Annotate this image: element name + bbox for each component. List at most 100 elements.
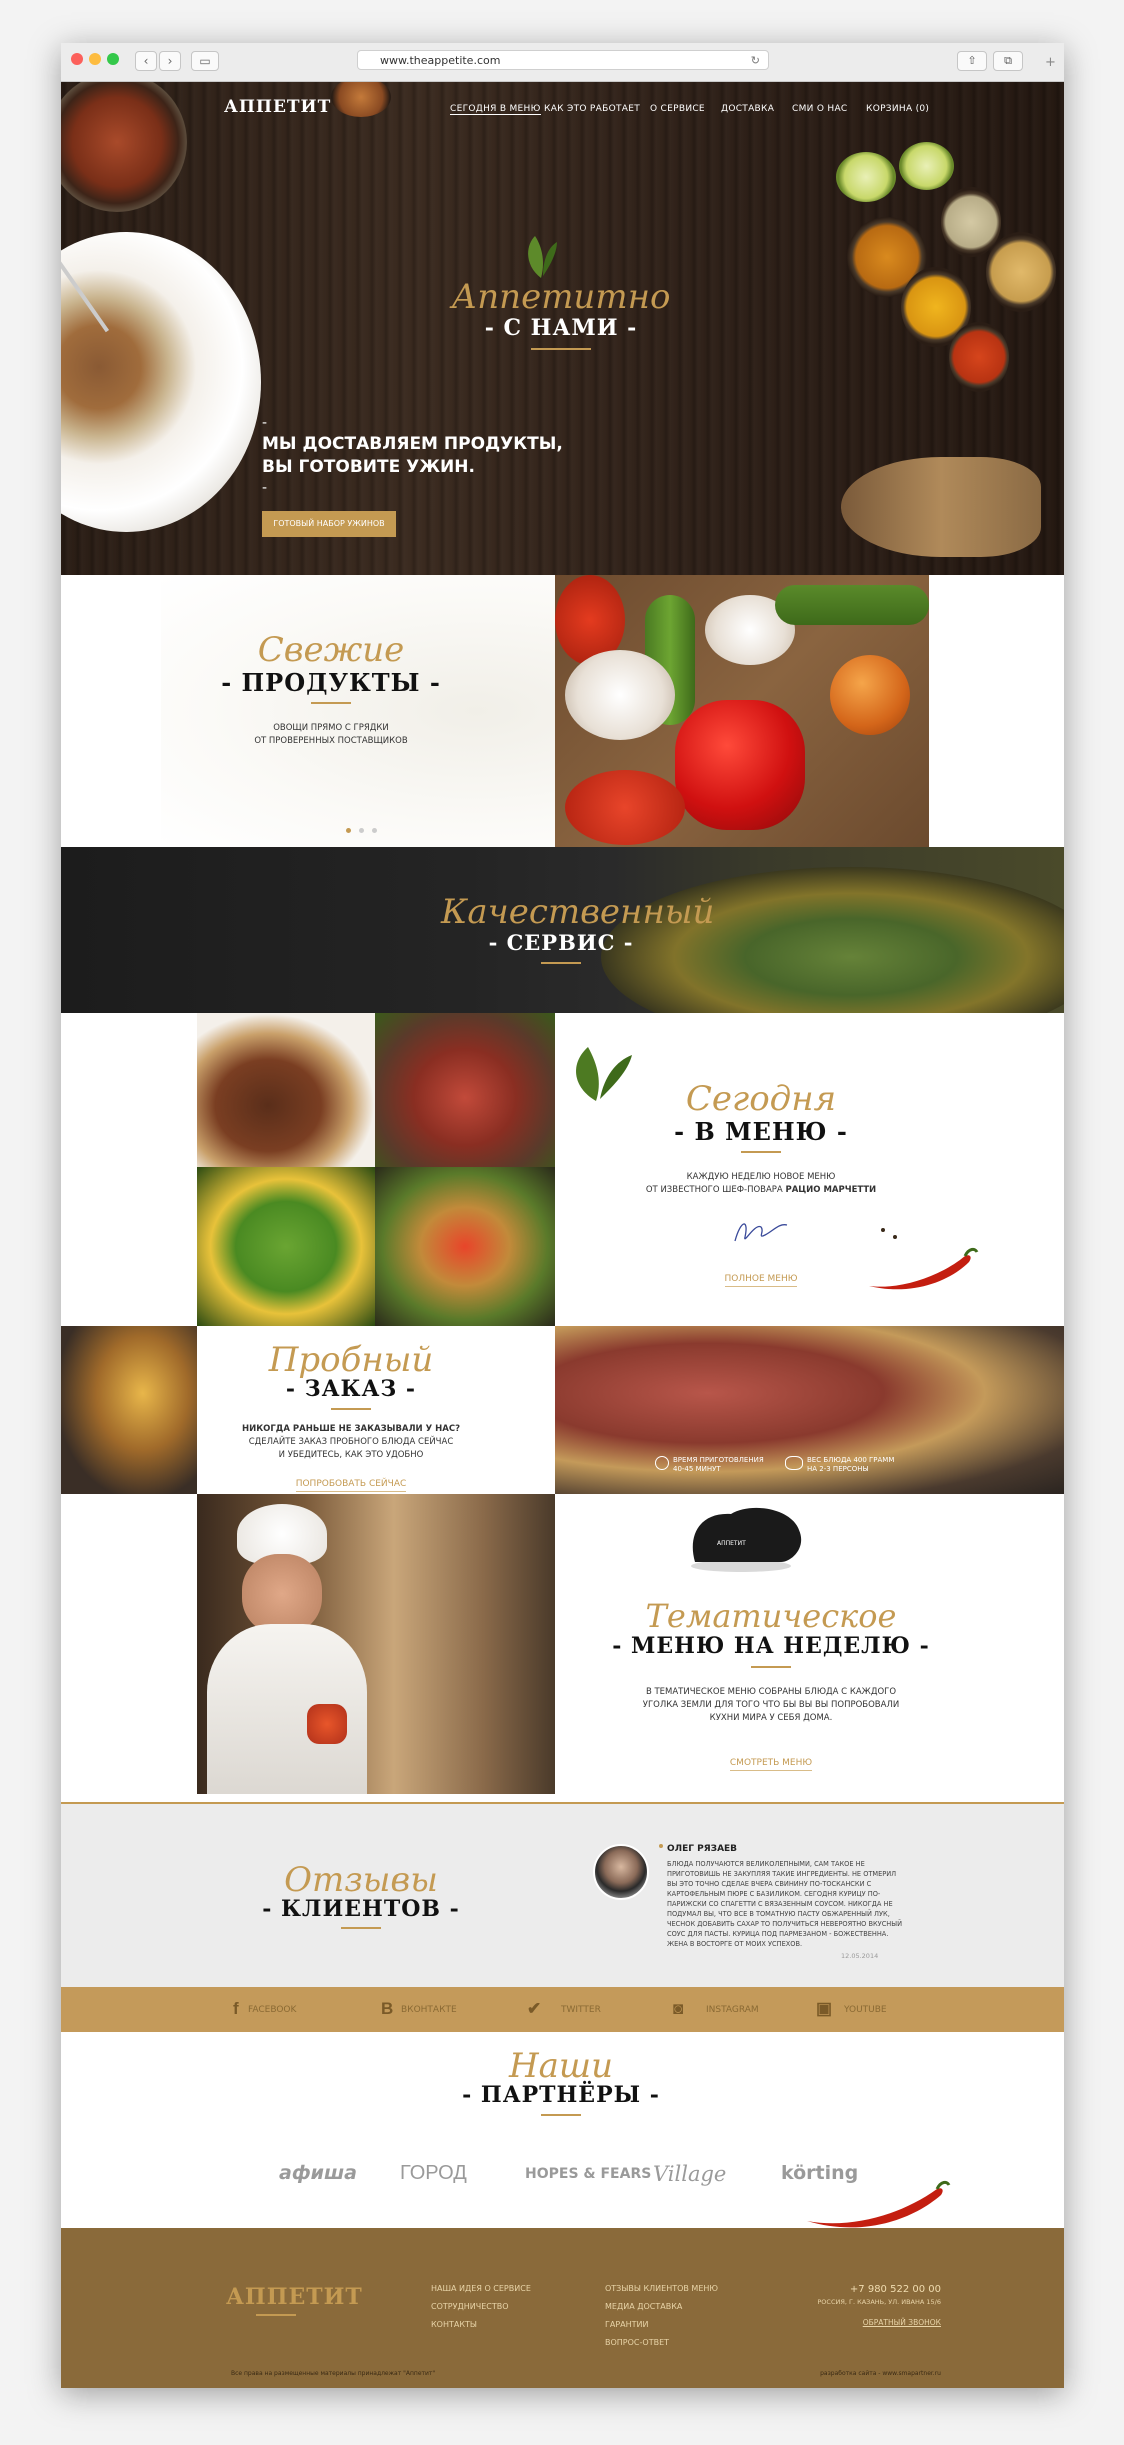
social-vkontakte[interactable]: ВКОНТАКТЕ xyxy=(401,2005,457,2015)
footer-link-idea[interactable]: НАША ИДЕЯ О СЕРВИСЕ xyxy=(431,2284,531,2293)
new-tab-icon[interactable]: + xyxy=(1045,55,1056,70)
cook-time-label: ВРЕМЯ ПРИГОТОВЛЕНИЯ xyxy=(673,1456,764,1464)
partner-afisha-logo[interactable]: афиша xyxy=(279,2162,357,2184)
footer-copyright: Все права на размещенные материалы прина… xyxy=(231,2370,436,2377)
nav-item-delivery[interactable]: ДОСТАВКА xyxy=(721,104,774,114)
url-text: www.theappetite.com xyxy=(380,54,501,67)
salad-photo[interactable] xyxy=(197,1167,375,1326)
browser-toolbar: ‹ › ▭ www.theappetite.com ↻ ⇧ ⧉ + xyxy=(61,43,1064,82)
onion-shape xyxy=(830,655,910,735)
callback-link[interactable]: ОБРАТНЫЙ ЗВОНОК xyxy=(821,2318,941,2327)
service-title: - СЕРВИС - xyxy=(488,930,634,955)
nav-item-press[interactable]: СМИ О НАС xyxy=(792,104,848,114)
trial-title: - ЗАКАЗ - xyxy=(285,1376,417,1402)
slider-dot-active[interactable] xyxy=(346,828,351,833)
fresh-divider xyxy=(311,702,351,704)
zoom-window-button[interactable] xyxy=(107,53,119,65)
footer-phone[interactable]: +7 980 522 00 00 xyxy=(801,2284,941,2295)
trial-question: НИКОГДА РАНЬШЕ НЕ ЗАКАЗЫВАЛИ У НАС? xyxy=(241,1424,461,1434)
partner-village-logo[interactable]: Village xyxy=(653,2162,726,2186)
view-menu-link[interactable]: СМОТРЕТЬ МЕНЮ xyxy=(729,1758,813,1771)
mushroom-shape xyxy=(565,650,675,740)
social-youtube[interactable]: YOUTUBE xyxy=(844,2005,887,2015)
hero-dash: - xyxy=(262,480,268,496)
sidebar-icon[interactable]: ▭ xyxy=(191,51,219,71)
wooden-fish-image xyxy=(841,457,1041,557)
spice-bowl-image xyxy=(986,232,1056,312)
meat-platter-photo[interactable] xyxy=(375,1013,555,1167)
share-icon[interactable]: ⇧ xyxy=(957,51,987,71)
partner-hopes-fears-logo[interactable]: HOPES & FEARS xyxy=(525,2166,651,2182)
slider-dot[interactable] xyxy=(372,828,377,833)
youtube-icon[interactable]: ▣ xyxy=(816,1999,832,2019)
weight-label: ВЕС БЛЮДА 400 ГРАММ xyxy=(807,1456,895,1464)
menu-line-2-text: ОТ ИЗВЕСТНОГО ШЕФ-ПОВАРА xyxy=(645,1185,783,1195)
social-instagram[interactable]: INSTAGRAM xyxy=(706,2005,759,2015)
partners-script-title: Наши xyxy=(508,2046,614,2086)
servings-label: НА 2-3 ПЕРСОНЫ xyxy=(807,1465,869,1473)
footer: АППЕТИТ НАША ИДЕЯ О СЕРВИСЕ СОТРУДНИЧЕСТ… xyxy=(61,2228,1064,2388)
footer-link-contacts[interactable]: КОНТАКТЫ xyxy=(431,2320,531,2329)
hero-divider xyxy=(531,348,591,350)
peppercorn-icon xyxy=(893,1235,897,1239)
footer-link-reviews[interactable]: ОТЗЫВЫ КЛИЕНТОВ МЕНЮ xyxy=(605,2284,718,2293)
fresh-line-2: ОТ ПРОВЕРЕННЫХ ПОСТАВЩИКОВ xyxy=(254,736,408,746)
partners-section: Наши - ПАРТНЁРЫ - афиша ГОРОД HOPES & FE… xyxy=(61,2032,1064,2228)
facebook-icon[interactable]: f xyxy=(233,1999,239,2019)
social-facebook[interactable]: FACEBOOK xyxy=(248,2005,296,2015)
lime-image xyxy=(836,152,896,202)
minimize-window-button[interactable] xyxy=(89,53,101,65)
slider-dot[interactable] xyxy=(359,828,364,833)
nav-item-cart[interactable]: КОРЗИНА (0) xyxy=(866,104,929,114)
thematic-line-1: В ТЕМАТИЧЕСКОЕ МЕНЮ СОБРАНЫ БЛЮДА С КАЖД… xyxy=(645,1687,897,1697)
reviewer-name: ОЛЕГ РЯЗАЕВ xyxy=(667,1844,738,1854)
try-now-link[interactable]: ПОПРОБОВАТЬ СЕЙЧАС xyxy=(295,1479,407,1492)
thematic-line-2: УГОЛКА ЗЕМЛИ ДЛЯ ТОГО ЧТО БЫ ВЫ ВЫ ПОПРО… xyxy=(642,1700,900,1710)
partner-gorod-logo[interactable]: ГОРОД xyxy=(400,2162,467,2185)
review-text: БЛЮДА ПОЛУЧАЮТСЯ ВЕЛИКОЛЕПНЫМИ, САМ ТАКО… xyxy=(667,1860,903,1948)
hero-dash: - xyxy=(262,415,268,431)
view-menu-link-wrap: СМОТРЕТЬ МЕНЮ xyxy=(701,1750,841,1771)
nav-item-how-it-works[interactable]: КАК ЭТО РАБОТАЕТ xyxy=(544,104,640,114)
back-arrow-icon[interactable]: ‹ xyxy=(135,51,157,71)
menu-line-1: КАЖДУЮ НЕДЕЛЮ НОВОЕ МЕНЮ xyxy=(686,1172,836,1182)
thematic-script-title: Тематическое xyxy=(645,1597,897,1635)
forward-arrow-icon[interactable]: › xyxy=(159,51,181,71)
reviews-divider xyxy=(341,1927,381,1929)
trial-order-section: Пробный - ЗАКАЗ - НИКОГДА РАНЬШЕ НЕ ЗАКА… xyxy=(61,1326,1064,1494)
address-bar[interactable]: www.theappetite.com ↻ xyxy=(357,50,769,70)
tabs-icon[interactable]: ⧉ xyxy=(993,51,1023,71)
dinner-set-button[interactable]: ГОТОВЫЙ НАБОР УЖИНОВ xyxy=(262,511,396,537)
nav-item-about[interactable]: О СЕРВИСЕ xyxy=(650,104,705,114)
chef-signature-icon xyxy=(731,1213,791,1249)
grilled-vegetables-photo[interactable] xyxy=(375,1167,555,1326)
basil-leaf-icon xyxy=(521,234,561,280)
weight-icon xyxy=(785,1456,803,1470)
nav-item-menu-today[interactable]: СЕГОДНЯ В МЕНЮ xyxy=(450,104,541,115)
menu-script-title: Сегодня xyxy=(685,1079,837,1119)
steak-photo[interactable] xyxy=(197,1013,375,1167)
fresh-line-1: ОВОЩИ ПРЯМО С ГРЯДКИ xyxy=(273,723,389,733)
reviews-section: Отзывы - КЛИЕНТОВ - ОЛЕГ РЯЗАЕВ БЛЮДА ПО… xyxy=(61,1804,1064,1987)
footer-dev-credit[interactable]: разработка сайта - www.smapartner.ru xyxy=(761,2370,941,2377)
footer-link-cooperation[interactable]: СОТРУДНИЧЕСТВО xyxy=(431,2302,531,2311)
spice-bowl-image xyxy=(949,322,1009,392)
full-menu-link[interactable]: ПОЛНОЕ МЕНЮ xyxy=(724,1274,798,1287)
menu-today-section: Сегодня - В МЕНЮ - КАЖДУЮ НЕДЕЛЮ НОВОЕ М… xyxy=(61,1013,1064,1326)
footer-link-faq[interactable]: ВОПРОС-ОТВЕТ xyxy=(605,2338,718,2347)
reload-icon[interactable]: ↻ xyxy=(751,51,760,71)
footer-link-guarantees[interactable]: ГАРАНТИИ xyxy=(605,2320,718,2329)
basil-leaf-icon xyxy=(566,1043,636,1103)
thematic-menu-section: АППЕТИТ Тематическое - МЕНЮ НА НЕДЕЛЮ - … xyxy=(61,1494,1064,1804)
meat-potatoes-photo: ВРЕМЯ ПРИГОТОВЛЕНИЯ 40-45 МИНУТ ВЕС БЛЮД… xyxy=(555,1326,1064,1494)
footer-logo[interactable]: АППЕТИТ xyxy=(226,2284,363,2310)
footer-link-media[interactable]: МЕДИА ДОСТАВКА xyxy=(605,2302,718,2311)
vkontakte-icon[interactable]: B xyxy=(381,1999,393,2019)
close-window-button[interactable] xyxy=(71,53,83,65)
logo[interactable]: АППЕТИТ xyxy=(224,97,331,117)
twitter-icon[interactable]: ✔ xyxy=(527,1999,541,2019)
trial-line-2: И УБЕДИТЕСЬ, КАК ЭТО УДОБНО xyxy=(278,1450,424,1460)
instagram-icon[interactable]: ◙ xyxy=(673,1999,683,2019)
footer-col-1: НАША ИДЕЯ О СЕРВИСЕ СОТРУДНИЧЕСТВО КОНТА… xyxy=(431,2284,531,2338)
social-twitter[interactable]: TWITTER xyxy=(561,2005,601,2015)
